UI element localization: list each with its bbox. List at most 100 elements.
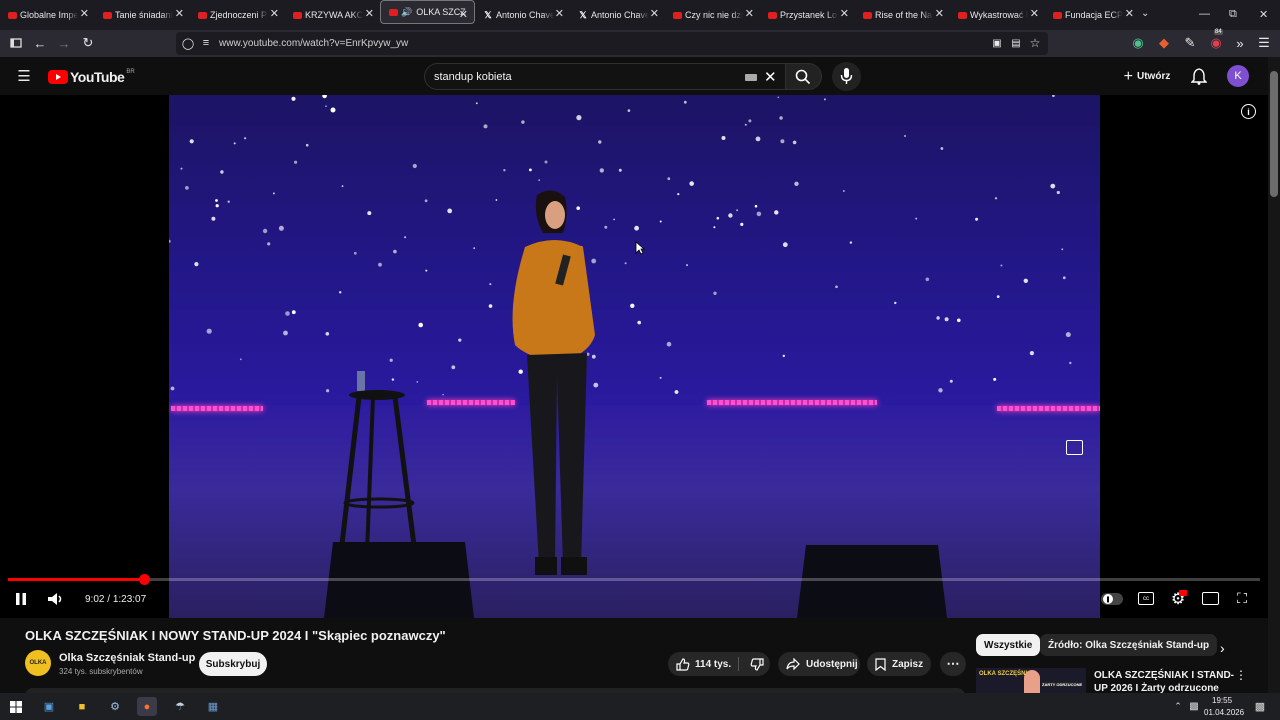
browser-tab[interactable]: 𝕏 Antonio Chavez ✕ — [570, 0, 665, 30]
fullscreen-icon[interactable]: ⛶ — [1234, 590, 1250, 606]
page-scrollbar[interactable] — [1268, 57, 1280, 700]
video-info-icon[interactable]: i — [1241, 104, 1256, 119]
clock-date[interactable]: 01.04.2026 — [1204, 708, 1244, 717]
extensions-puzzle-icon[interactable]: ✎ — [1182, 35, 1198, 51]
create-button[interactable]: + Utwórz — [1118, 63, 1176, 90]
video-frame[interactable] — [169, 95, 1100, 618]
restore-icon[interactable]: ⧉ — [1229, 8, 1237, 21]
vpn-extension-icon[interactable]: ◉ — [1130, 35, 1146, 51]
bookmark-star-icon[interactable]: ☆ — [1027, 35, 1043, 51]
close-tab-icon[interactable]: ✕ — [1030, 9, 1039, 20]
extension-fox-icon[interactable]: ◆ — [1156, 35, 1172, 51]
steam-icon[interactable]: ⚙ — [105, 697, 125, 716]
close-window-icon[interactable]: ✕ — [1259, 8, 1268, 21]
chip-all[interactable]: Wszystkie — [976, 634, 1041, 656]
share-button[interactable]: Udostępnij — [778, 652, 860, 676]
calculator-icon[interactable]: ▦ — [203, 697, 223, 716]
reload-icon[interactable]: ↻ — [80, 35, 96, 51]
more-actions-button[interactable]: ⋯ — [940, 652, 966, 676]
close-tab-icon[interactable]: ✕ — [365, 9, 374, 20]
browser-tab[interactable]: Czy nic nie dzie ✕ — [665, 0, 760, 30]
search-button[interactable] — [786, 63, 822, 90]
network-icon[interactable]: ▩ — [1184, 697, 1204, 716]
progress-bar[interactable] — [8, 574, 1260, 585]
like-button[interactable]: 114 tys. — [668, 652, 738, 676]
picture-in-picture-icon[interactable]: ▣ — [989, 35, 1005, 51]
browser-tab[interactable]: Globalne Imper ✕ — [0, 0, 95, 30]
autoplay-toggle[interactable]: ❚ — [1101, 593, 1123, 605]
clear-search-icon[interactable]: ✕ — [764, 68, 777, 86]
browser-tab[interactable]: Przystanek Lom✕ — [760, 0, 855, 30]
thumbs-up-icon — [676, 657, 690, 671]
close-tab-icon[interactable]: ✕ — [1125, 9, 1134, 20]
app-menu-icon[interactable]: ☰ — [1256, 35, 1272, 51]
forward-icon[interactable]: → — [56, 35, 72, 51]
close-tab-icon[interactable]: ✕ — [840, 9, 849, 20]
close-tab-icon[interactable]: ✕ — [270, 9, 279, 20]
channel-avatar[interactable]: OLKA — [25, 650, 51, 676]
save-button[interactable]: Zapisz — [867, 652, 931, 676]
scroll-thumb[interactable] — [1270, 71, 1278, 197]
search-query-text[interactable]: standup kobieta — [434, 71, 512, 83]
url-bar[interactable]: ◯ ≡ www.youtube.com/watch?v=EnrKpvyw_yw … — [176, 32, 1048, 55]
browser-tab[interactable]: Rise of the Nazi ✕ — [855, 0, 950, 30]
app-icon[interactable]: ☂ — [170, 697, 190, 716]
notification-center-icon[interactable]: ▩ — [1250, 697, 1270, 716]
close-tab-icon[interactable]: ✕ — [935, 9, 944, 20]
folder-icon[interactable]: ■ — [72, 697, 92, 716]
browser-tab[interactable]: KRZYWA AKCJA✕ — [285, 0, 380, 30]
theater-mode-icon[interactable] — [1202, 592, 1219, 605]
firefox-icon[interactable]: ● — [137, 697, 157, 716]
voice-search-button[interactable] — [832, 62, 861, 91]
close-tab-icon[interactable]: ✕ — [555, 9, 564, 20]
dislike-button[interactable] — [744, 652, 770, 676]
list-all-tabs-icon[interactable]: ⌄ — [1141, 8, 1149, 19]
notifications-bell-icon[interactable] — [1191, 68, 1207, 85]
url-text[interactable]: www.youtube.com/watch?v=EnrKpvyw_yw — [219, 38, 408, 49]
star-light — [206, 328, 212, 334]
windows-start-icon[interactable] — [6, 697, 26, 716]
channel-name[interactable]: Olka Szczęśniak Stand-up — [59, 652, 195, 664]
shield-icon[interactable]: ◯ — [180, 35, 196, 51]
ublock-extension-icon[interactable]: ◉ 84 — [1208, 29, 1224, 51]
browser-tab[interactable]: 𝕏 Antonio Chavez ✕ — [475, 0, 570, 30]
reader-view-icon[interactable]: ▤ — [1008, 35, 1024, 51]
progress-scrubber[interactable] — [139, 574, 151, 585]
browser-tab[interactable]: Tanie śniadanie ✕ — [95, 0, 190, 30]
youtube-logo[interactable]: YouTube BR — [48, 69, 135, 85]
file-explorer-icon[interactable]: ▣ — [39, 697, 59, 716]
account-avatar[interactable]: K — [1227, 65, 1249, 87]
browser-tab[interactable]: Fundacja ECPU✕ — [1045, 0, 1140, 30]
minimize-icon[interactable]: — — [1199, 8, 1210, 20]
miniplayer-expand-icon[interactable] — [1066, 440, 1083, 455]
close-tab-icon[interactable]: ✕ — [745, 9, 754, 20]
browser-tab[interactable]: Wykastrować b ✕ — [950, 0, 1045, 30]
subscribe-button[interactable]: Subskrybuj — [199, 652, 267, 676]
chip-next-chevron-icon[interactable]: › — [1220, 640, 1225, 656]
overflow-chevron-icon[interactable]: » — [1232, 35, 1248, 51]
sidebar-toggle-icon[interactable] — [8, 35, 24, 51]
chip-source[interactable]: Źródło: Olka Szczęśniak Stand-up — [1040, 634, 1218, 656]
close-tab-icon[interactable]: ✕ — [650, 9, 659, 20]
close-tab-icon[interactable]: ✕ — [459, 10, 468, 21]
browser-tab[interactable]: 🔊 OLKA SZCZ ✕ — [380, 0, 475, 24]
settings-gear-icon[interactable]: ⚙ — [1169, 590, 1187, 608]
back-icon[interactable]: ← — [32, 35, 48, 51]
close-tab-icon[interactable]: ✕ — [80, 9, 89, 20]
subtitles-icon[interactable]: cc — [1138, 592, 1154, 605]
browser-tab[interactable]: Zjednoczeni Prz✕ — [190, 0, 285, 30]
pause-button[interactable] — [12, 591, 30, 607]
search-input[interactable]: standup kobieta ✕ — [424, 63, 786, 90]
video-player[interactable]: i — [0, 95, 1268, 618]
volume-button[interactable] — [46, 591, 66, 607]
clock-time[interactable]: 19:55 — [1212, 696, 1232, 705]
keyboard-icon[interactable] — [745, 74, 757, 81]
permissions-icon[interactable]: ≡ — [198, 35, 214, 51]
recommended-more-icon[interactable]: ⋮ — [1235, 668, 1247, 682]
close-tab-icon[interactable]: ✕ — [175, 9, 184, 20]
recommended-video-title[interactable]: OLKA SZCZĘŚNIAK I STAND-UP 2026 I Żarty … — [1094, 669, 1234, 695]
star-light — [794, 181, 799, 186]
subscriber-count: 324 tys. subskrybentów — [59, 667, 143, 676]
guide-menu-icon[interactable]: ☰ — [16, 68, 32, 85]
tab-audio-icon[interactable]: 🔊 — [401, 7, 412, 18]
